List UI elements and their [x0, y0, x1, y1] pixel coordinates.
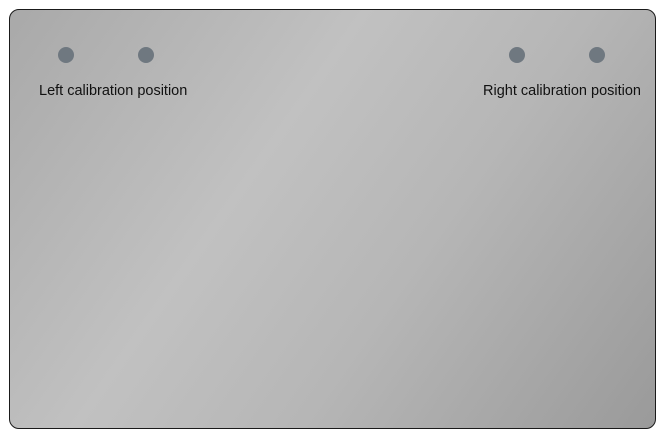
left-calibration-label: Left calibration position: [39, 83, 188, 99]
right-calibration-label: Right calibration position: [483, 83, 641, 99]
left-calibration-point-1: [58, 47, 74, 63]
right-calibration-point-2: [589, 47, 605, 63]
right-calibration-point-1: [509, 47, 525, 63]
calibration-panel: Left calibration position Right calibrat…: [9, 9, 656, 429]
left-calibration-point-2: [138, 47, 154, 63]
